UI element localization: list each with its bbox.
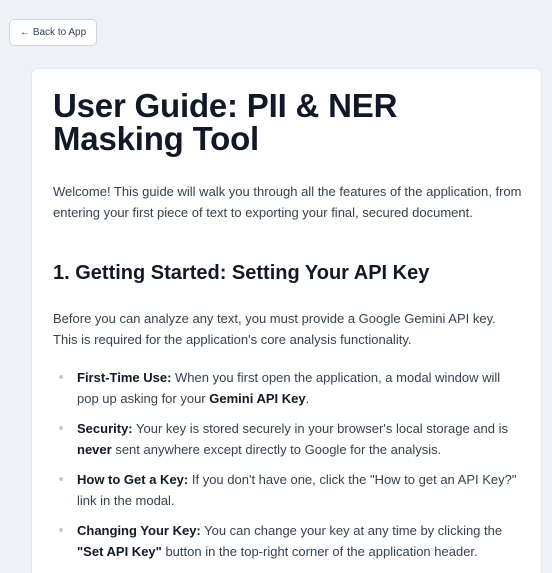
page-title: User Guide: PII & NER Masking Tool <box>53 87 398 157</box>
list-item-text: Your key is stored securely in your brow… <box>132 421 508 436</box>
list-item-label: Changing Your Key: <box>77 523 201 538</box>
list-item-label: How to Get a Key: <box>77 472 189 487</box>
list-item-label: First-Time Use: <box>77 370 172 385</box>
list-item-emphasis: "Set API Key" <box>77 544 162 559</box>
bullet-icon <box>59 477 63 481</box>
list-item-emphasis: Gemini API Key <box>209 391 306 406</box>
user-guide-page: ← Back to App User Guide: PII & NER Mask… <box>0 0 552 573</box>
list-item-changing-key: Changing Your Key: You can change your k… <box>53 520 523 562</box>
list-item-text-end: sent anywhere except directly to Google … <box>111 442 442 457</box>
list-item-security: Security: Your key is stored securely in… <box>53 418 523 460</box>
guide-card: User Guide: PII & NER Masking Tool Welco… <box>31 68 542 573</box>
intro-paragraph: Welcome! This guide will walk you throug… <box>53 184 522 220</box>
bullet-icon <box>59 375 63 379</box>
list-item-text: You can change your key at any time by c… <box>200 523 503 538</box>
arrow-left-icon: ← <box>19 27 30 38</box>
api-key-requirement-paragraph: Before you can analyze any text, you mus… <box>53 311 496 347</box>
api-key-list: First-Time Use: When you first open the … <box>53 367 523 571</box>
back-to-app-label: Back to App <box>32 27 87 38</box>
bullet-icon <box>59 426 63 430</box>
section-heading-api-key: 1. Getting Started: Setting Your API Key <box>53 262 430 284</box>
list-item-label: Security: <box>77 421 133 436</box>
list-item-how-to-get-key: How to Get a Key: If you don't have one,… <box>53 469 523 511</box>
bullet-icon <box>59 528 63 532</box>
list-item-emphasis: never <box>77 442 112 457</box>
list-item-first-time-use: First-Time Use: When you first open the … <box>53 367 523 409</box>
back-to-app-button[interactable]: ← Back to App <box>9 19 97 46</box>
list-item-text-end: . <box>305 391 310 406</box>
list-item-text-end: button in the top-right corner of the ap… <box>161 544 478 559</box>
